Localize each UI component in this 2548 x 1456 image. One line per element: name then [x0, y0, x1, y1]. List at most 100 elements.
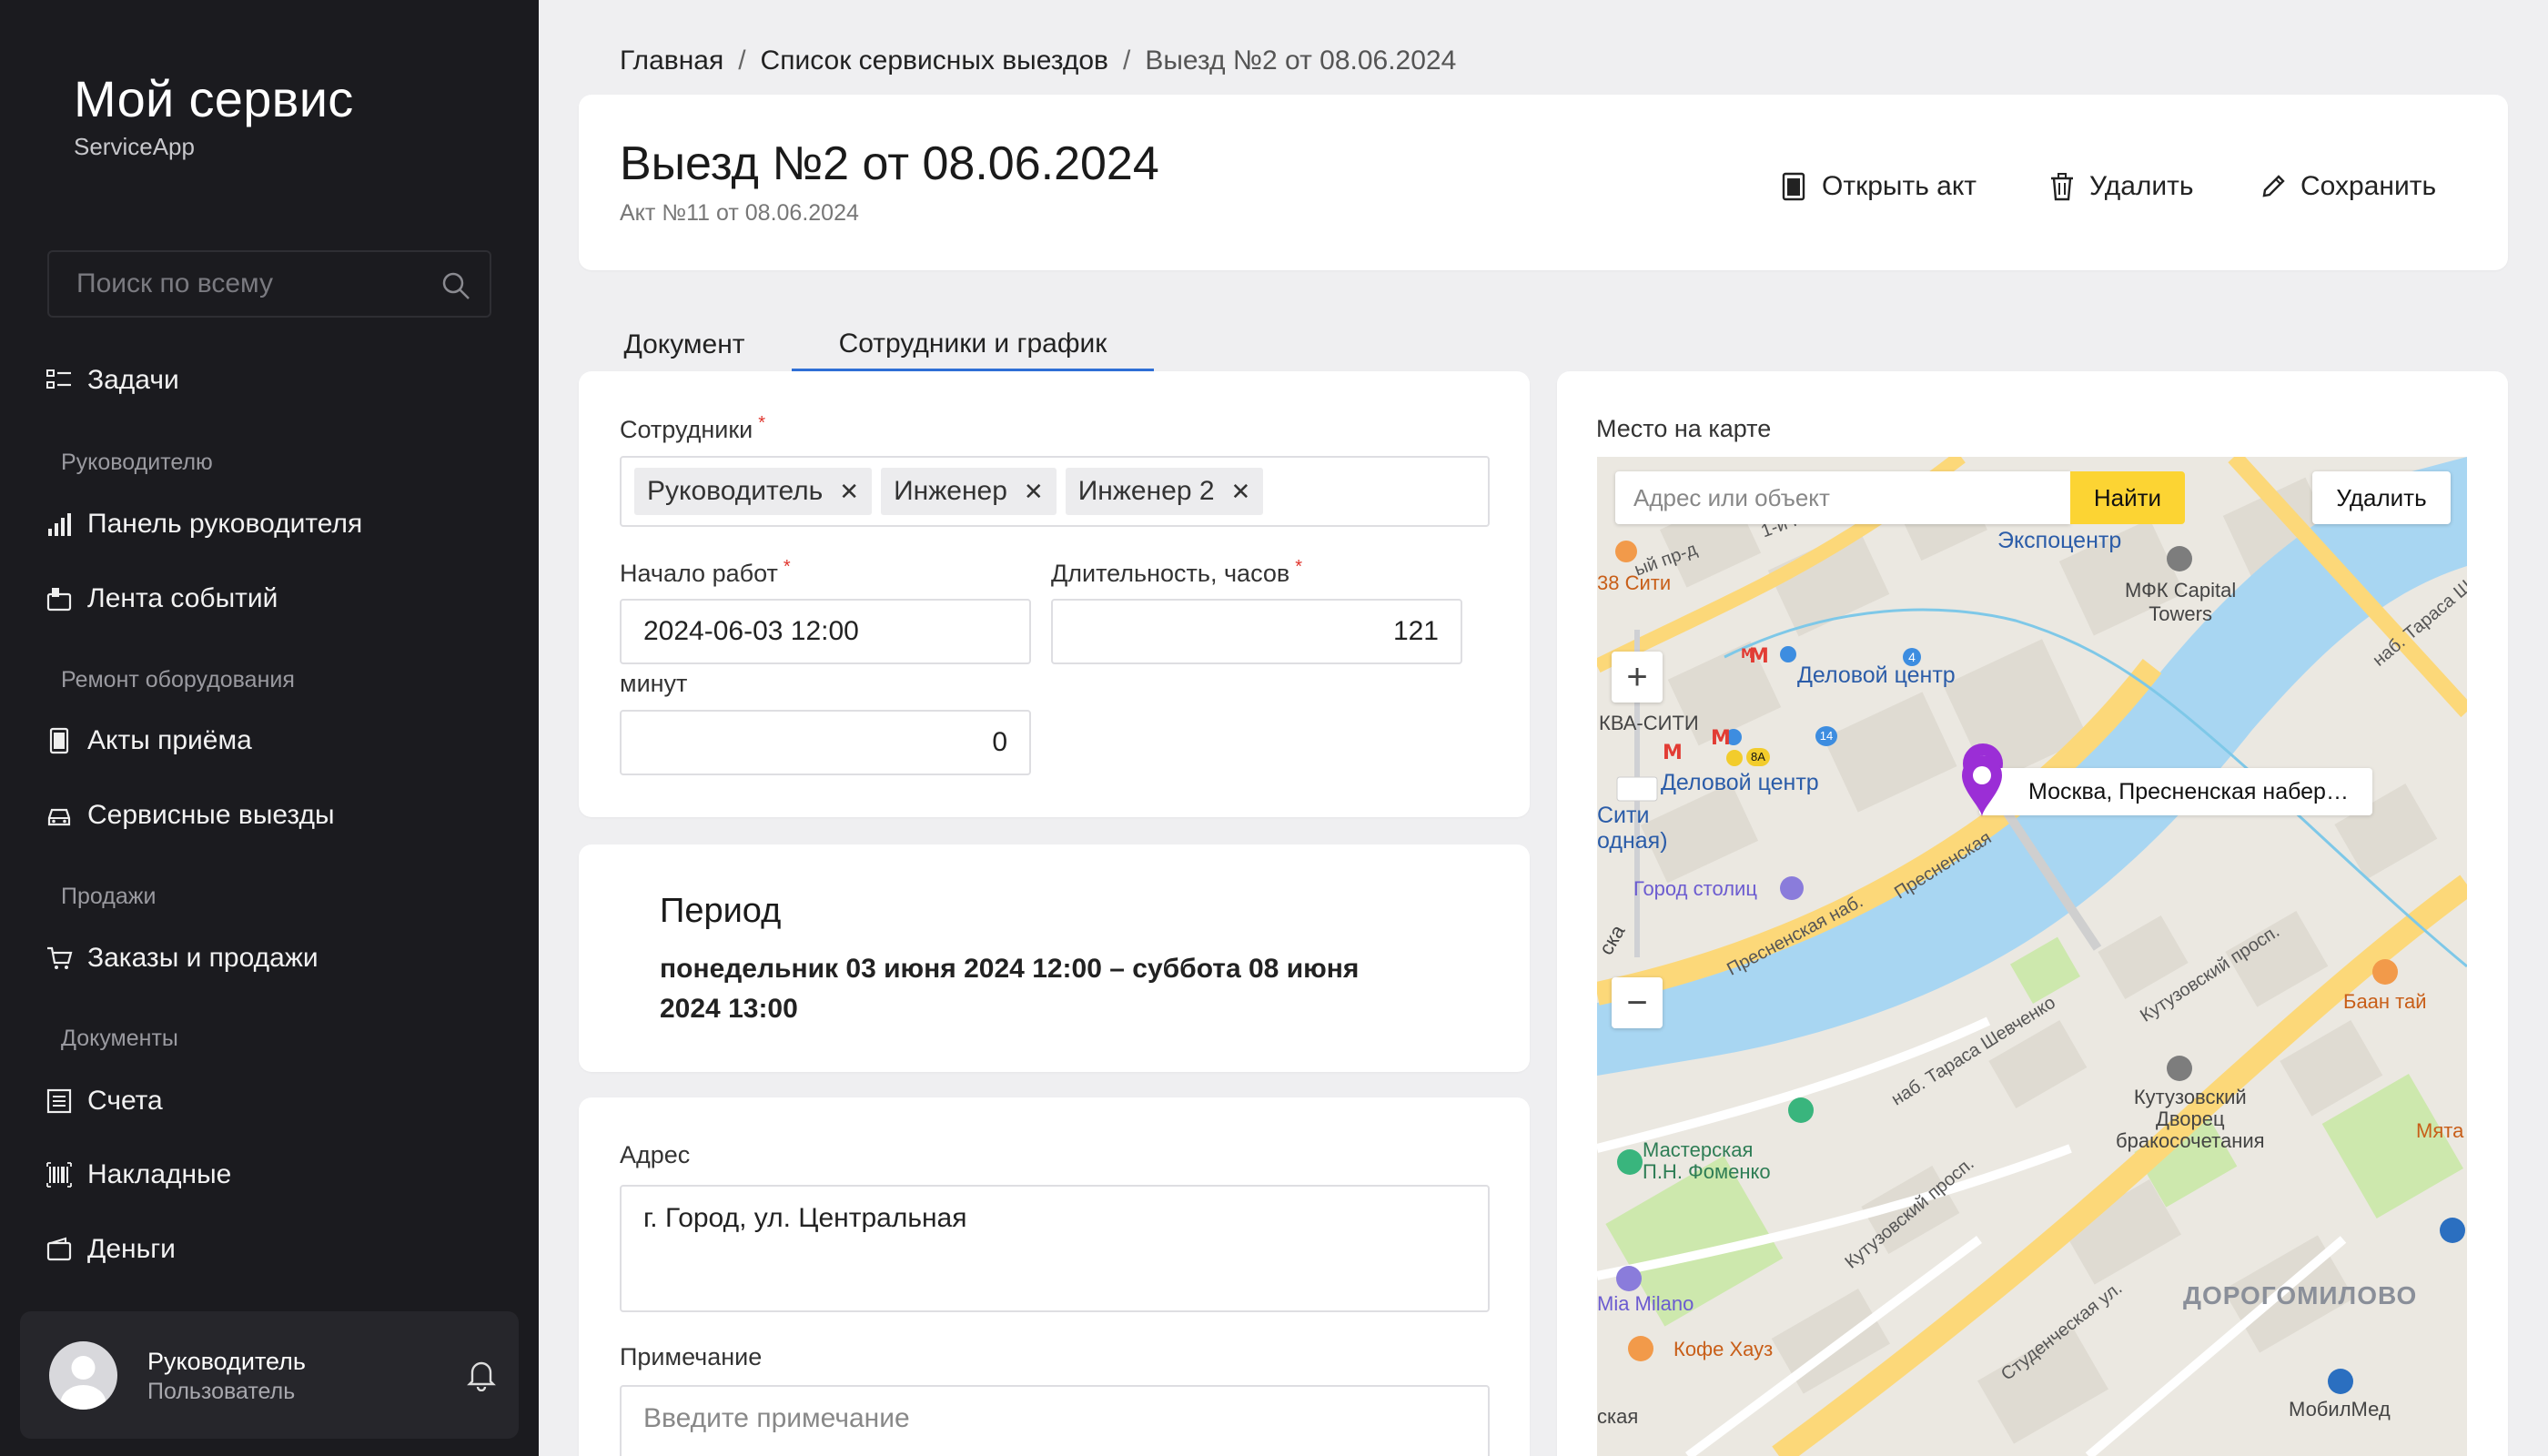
nav-item-label: Задачи	[87, 365, 179, 395]
invoice-icon	[46, 1087, 73, 1115]
employees-multiselect[interactable]: Руководитель ✕ Инженер ✕ Инженер 2 ✕	[620, 456, 1490, 527]
remove-chip-icon[interactable]: ✕	[1231, 478, 1251, 506]
nav-item-label: Сервисные выезды	[87, 800, 335, 830]
nav-item-invoices[interactable]: Счета	[46, 1076, 163, 1127]
tab-document[interactable]: Документ	[579, 318, 790, 371]
nav-item-orders[interactable]: Заказы и продажи	[46, 933, 318, 984]
map-delete-button[interactable]: Удалить	[2312, 471, 2451, 524]
nav-item-manager-panel[interactable]: Панель руководителя	[46, 499, 362, 550]
trash-icon	[2049, 172, 2077, 201]
user-card[interactable]: Руководитель Пользователь	[20, 1311, 519, 1439]
document-icon	[46, 727, 73, 754]
employees-label: Сотрудники *	[620, 413, 765, 444]
nav-item-label: Накладные	[87, 1159, 232, 1189]
required-mark: *	[758, 413, 766, 433]
breadcrumb-current: Выезд №2 от 08.06.2024	[1145, 46, 1457, 76]
map-place-mobilmed: МобилМед	[2289, 1398, 2391, 1421]
nav-item-service-trips[interactable]: Сервисные выезды	[46, 790, 335, 841]
nav-item-waybills[interactable]: Накладные	[46, 1149, 231, 1200]
remove-chip-icon[interactable]: ✕	[1024, 478, 1044, 506]
chart-icon	[46, 511, 73, 538]
map-place-delovoy-2: Деловой центр	[1661, 770, 1819, 795]
map-pin-label[interactable]: Москва, Пресненская набер…	[1979, 768, 2372, 815]
open-act-button[interactable]: Открыть акт	[1782, 164, 1977, 209]
address-card: Адрес г. Город, ул. Центральная Примечан…	[579, 1097, 1530, 1456]
open-act-label: Открыть акт	[1822, 171, 1977, 201]
note-textarea[interactable]: Введите примечание	[620, 1385, 1490, 1456]
brand-subtitle: ServiceApp	[74, 133, 195, 160]
page-title: Выезд №2 от 08.06.2024	[620, 137, 1159, 190]
minutes-input[interactable]: 0	[620, 710, 1031, 775]
nav-item-label: Счета	[87, 1086, 163, 1116]
avatar[interactable]	[49, 1341, 117, 1410]
minus-icon: −	[1626, 982, 1648, 1023]
nav-item-label: Лента событий	[87, 583, 278, 613]
metro-line-badge: 4	[1903, 648, 1921, 666]
breadcrumb-list[interactable]: Список сервисных выездов	[761, 46, 1108, 76]
breadcrumb-home[interactable]: Главная	[620, 46, 723, 76]
start-datetime-input[interactable]: 2024-06-03 12:00	[620, 599, 1031, 664]
map-place-baan-tai: Баан тай	[2343, 990, 2427, 1013]
duration-label-text: Длительность, часов	[1051, 560, 1290, 587]
nav-item-tasks[interactable]: Задачи	[46, 355, 179, 406]
metro-line-badge: 8А	[1746, 748, 1770, 766]
map-place-kutuzov-palace: Кутузовский Дворец бракосочетания	[2116, 1086, 2265, 1152]
duration-hours-input[interactable]: 121	[1051, 599, 1462, 664]
period-title: Период	[660, 892, 782, 930]
nav-item-label: Заказы и продажи	[87, 943, 318, 973]
employee-chip: Инженер ✕	[881, 468, 1057, 515]
map-place-city38: 38 Сити	[1597, 571, 1672, 594]
employee-chip: Инженер 2 ✕	[1065, 468, 1264, 515]
map-place-siti: Сити	[1597, 803, 1650, 828]
period-card: Период понедельник 03 июня 2024 12:00 – …	[579, 844, 1530, 1072]
zoom-in-button[interactable]: +	[1612, 652, 1663, 703]
global-search-input[interactable]	[76, 252, 422, 316]
wallet-icon	[46, 1236, 73, 1263]
delete-label: Удалить	[2089, 171, 2194, 201]
map-place-expocentr: Экспоцентр	[1997, 528, 2122, 553]
map-search-input[interactable]: Адрес или объект	[1615, 471, 2070, 524]
tab-employees-schedule[interactable]: Сотрудники и график	[792, 318, 1154, 371]
search-icon[interactable]	[440, 270, 471, 301]
required-mark: *	[783, 557, 791, 577]
map-place-moskva-siti: КВА-СИТИ	[1599, 712, 1699, 734]
duration-label: Длительность, часов *	[1051, 557, 1302, 588]
nav-item-money[interactable]: Деньги	[46, 1224, 176, 1275]
nav-item-label: Деньги	[87, 1234, 176, 1264]
map-view[interactable]: M M M M Экспоцентр МФК Capital Towers 38…	[1597, 457, 2467, 1456]
map-find-button[interactable]: Найти	[2070, 471, 2185, 524]
bell-icon[interactable]	[466, 1359, 497, 1392]
delete-button[interactable]: Удалить	[2049, 164, 2194, 209]
map-pin-icon[interactable]	[1959, 753, 2005, 817]
nav-item-event-feed[interactable]: Лента событий	[46, 573, 278, 624]
employees-card: Сотрудники * Руководитель ✕ Инженер ✕ Инжен…	[579, 371, 1530, 817]
zoom-out-button[interactable]: −	[1612, 977, 1663, 1028]
save-button[interactable]: Сохранить	[2260, 164, 2436, 209]
required-mark: *	[1295, 557, 1303, 577]
map-place-delovoy-1: Деловой центр	[1797, 662, 1956, 688]
car-icon	[46, 802, 73, 829]
employees-label-text: Сотрудники	[620, 416, 753, 443]
nav-item-acceptance-acts[interactable]: Акты приёма	[46, 715, 252, 766]
page-subtitle: Акт №11 от 08.06.2024	[620, 200, 859, 226]
nav-item-label: Панель руководителя	[87, 509, 363, 539]
map-district-dorogomilovo: ДОРОГОМИЛОВО	[2183, 1281, 2418, 1309]
chip-label: Инженер 2	[1077, 476, 1215, 506]
address-textarea[interactable]: г. Город, ул. Центральная	[620, 1185, 1490, 1312]
remove-chip-icon[interactable]: ✕	[839, 478, 859, 506]
map-place-gorod-stolits: Город столиц	[1633, 877, 1757, 900]
map-place-ska-2: ская	[1597, 1405, 1639, 1428]
employee-chip: Руководитель ✕	[634, 468, 873, 515]
save-label: Сохранить	[2300, 171, 2437, 201]
user-name: Руководитель	[147, 1348, 306, 1375]
metro-line-badge: 14	[1815, 726, 1837, 746]
global-search	[47, 250, 491, 318]
breadcrumb-separator: /	[738, 46, 746, 76]
metro-m-icon: M	[1711, 727, 1731, 750]
metro-m-icon: M	[1663, 742, 1683, 764]
map-place-masterskaya: Мастерская П.Н. Фоменко	[1643, 1138, 1771, 1183]
sidebar: Мой сервис ServiceApp Задачи Руководител…	[0, 0, 539, 1456]
chip-label: Инженер	[894, 476, 1007, 506]
user-role: Пользователь	[147, 1379, 296, 1404]
map-place-mfk: МФК Capital Towers	[2125, 579, 2237, 625]
